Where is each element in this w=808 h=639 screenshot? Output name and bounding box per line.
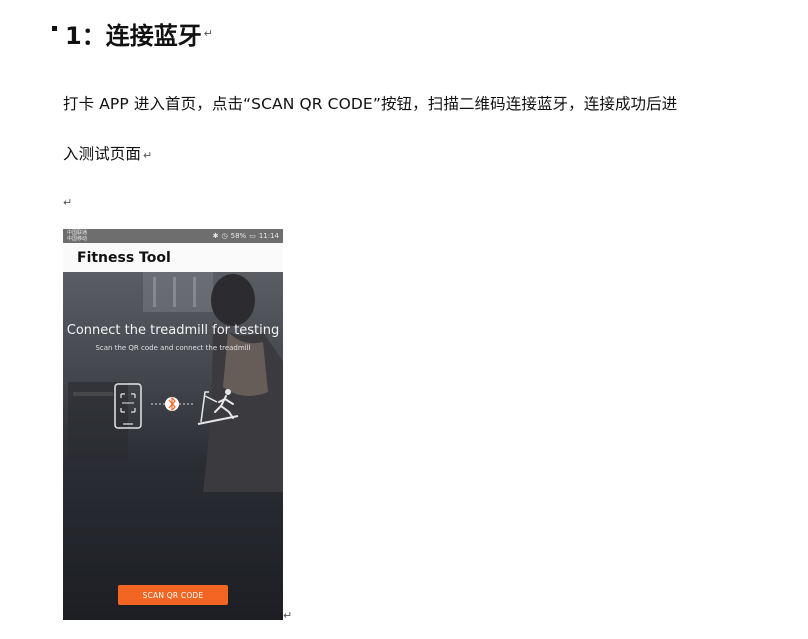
bluetooth-icon bbox=[165, 396, 179, 412]
phone-qr-icon bbox=[114, 383, 142, 429]
heading-text: 1：连接蓝牙 bbox=[65, 21, 202, 50]
connection-illustration bbox=[114, 383, 239, 429]
paragraph-mark: ↵ bbox=[203, 26, 213, 40]
instruction-line-2: 入测试页面 ↵ bbox=[63, 142, 152, 164]
battery-percent: 58% bbox=[230, 232, 247, 240]
paragraph-mark: ↵ bbox=[283, 609, 293, 622]
instruction-line-1: 打卡 APP 进入首页，点击“SCAN QR CODE”按钮，扫描二维码连接蓝牙… bbox=[63, 92, 677, 114]
carrier-info: 中国联通 中国移动 bbox=[67, 230, 87, 242]
hero-subtitle: Scan the QR code and connect the treadmi… bbox=[95, 344, 251, 352]
hero-title: Connect the treadmill for testing bbox=[66, 323, 280, 338]
status-bar: 中国联通 中国移动 ✱ ◷ 58% ▭ 11:14 bbox=[63, 229, 283, 243]
bluetooth-status-icon: ✱ bbox=[212, 232, 219, 240]
bullet-icon bbox=[52, 25, 57, 31]
status-icons: ✱ ◷ 58% ▭ 11:14 bbox=[213, 232, 279, 240]
app-bar: Fitness Tool bbox=[63, 243, 283, 272]
paragraph-mark: ↵ bbox=[143, 149, 153, 162]
section-heading: 1：连接蓝牙 ↵ bbox=[52, 16, 213, 50]
empty-paragraph-mark: ↵ bbox=[63, 196, 73, 209]
phone-screenshot: 中国联通 中国移动 ✱ ◷ 58% ▭ 11:14 Fitness Tool C… bbox=[63, 229, 283, 620]
treadmill-runner-icon bbox=[197, 389, 239, 425]
instruction-text-2: 入测试页面 bbox=[63, 145, 142, 163]
app-title: Fitness Tool bbox=[77, 249, 171, 266]
alarm-icon: ◷ bbox=[221, 232, 228, 240]
status-time: 11:14 bbox=[258, 232, 279, 240]
scan-qr-code-button[interactable]: SCAN QR CODE bbox=[118, 585, 228, 605]
instruction-text-1: 打卡 APP 进入首页，点击“SCAN QR CODE”按钮，扫描二维码连接蓝牙… bbox=[63, 95, 678, 113]
hero-panel: Connect the treadmill for testing Scan t… bbox=[63, 272, 283, 620]
battery-icon: ▭ bbox=[249, 232, 256, 240]
carrier-2: 中国移动 bbox=[67, 236, 88, 242]
